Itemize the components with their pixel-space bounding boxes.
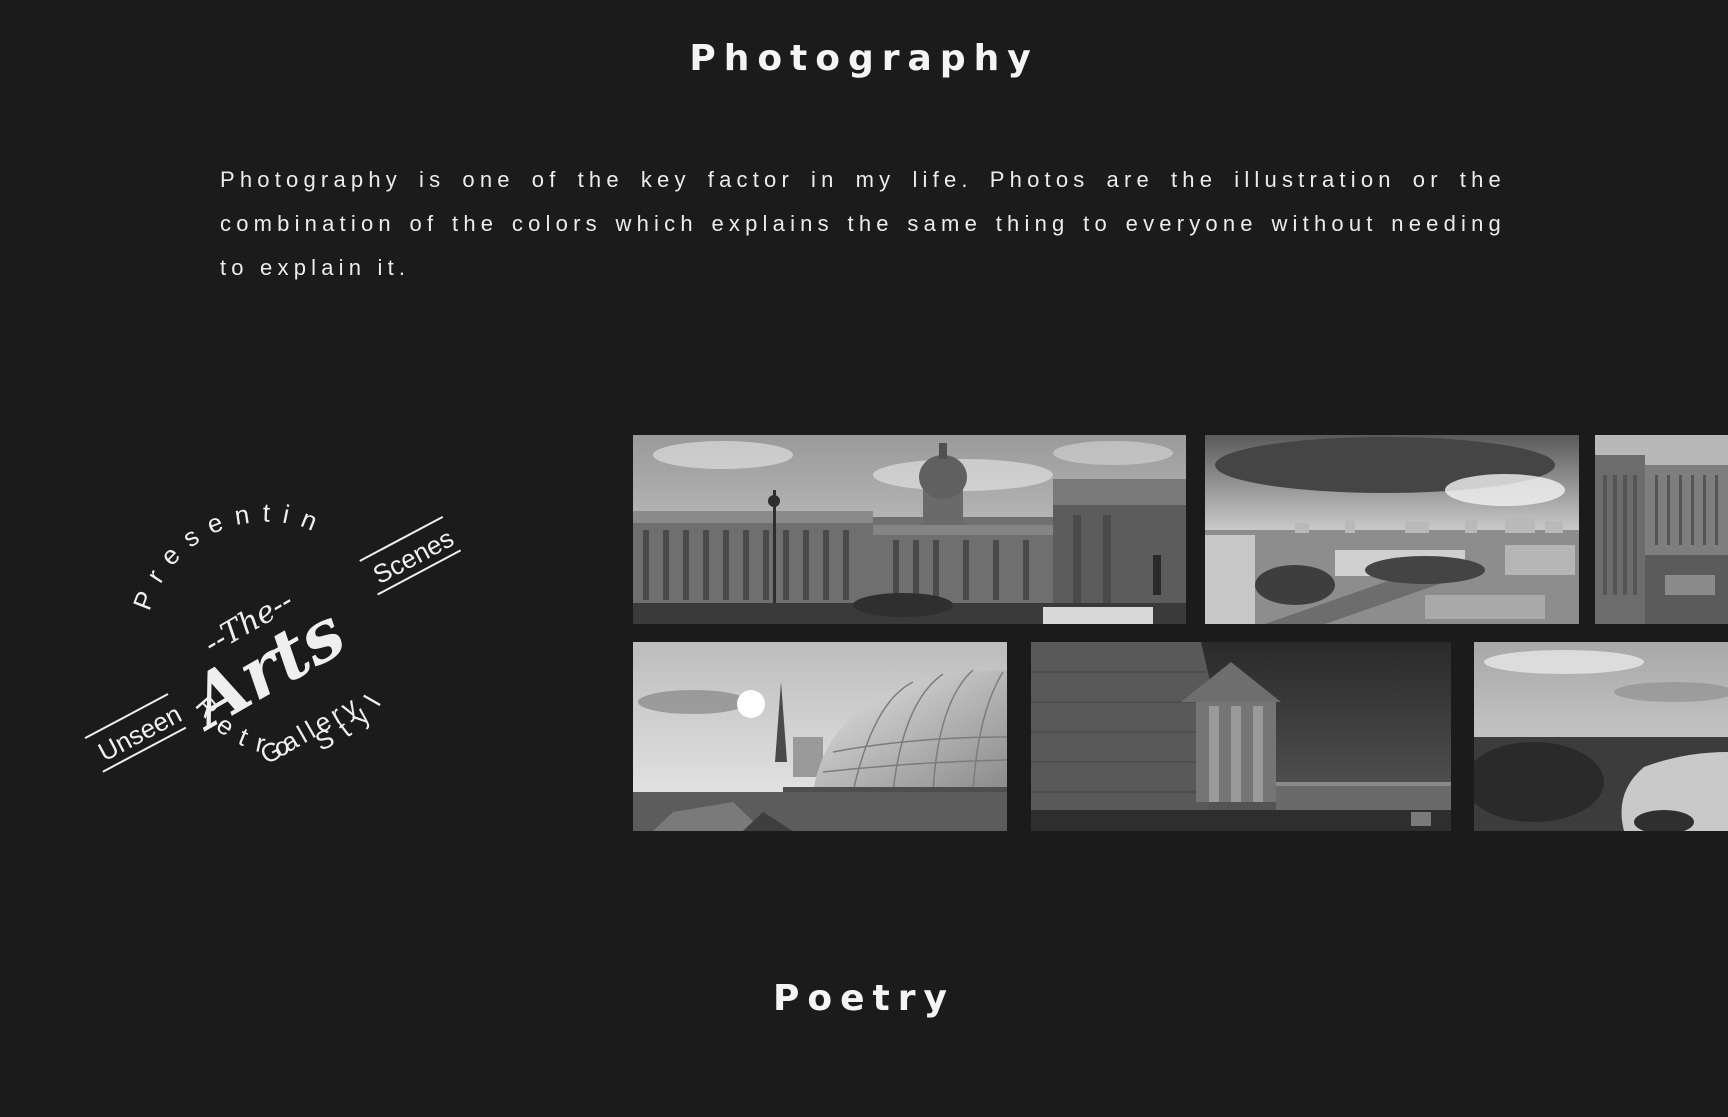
city-aerial-image	[1205, 435, 1579, 624]
emblem-scenes-banner: Scenes	[359, 515, 462, 596]
dome-tower-image	[633, 642, 1007, 831]
stone-fortress-photo[interactable]	[1031, 642, 1451, 831]
dome-tower-photo[interactable]	[633, 642, 1007, 831]
photography-intro-text: Photography is one of the key factor in …	[220, 167, 1506, 280]
city-aerial-photo[interactable]	[1205, 435, 1579, 624]
river-landscape-photo[interactable]	[1474, 642, 1728, 831]
emblem-presenting-text: Presenting	[80, 500, 333, 614]
colonnade-cathedral-photo[interactable]	[633, 435, 1186, 624]
colonnade-cathedral-image	[633, 435, 1186, 624]
apartment-courtyard-photo[interactable]	[1595, 435, 1728, 624]
stone-fortress-image	[1031, 642, 1451, 831]
emblem-graphic: Presenting Retro Style --The-- Arts Gall…	[80, 500, 462, 773]
arts-gallery-emblem: Presenting Retro Style --The-- Arts Gall…	[80, 500, 500, 830]
apartment-courtyard-image	[1595, 435, 1728, 624]
photography-heading: Photography	[689, 38, 1039, 79]
emblem-unseen-banner: Unseen	[84, 693, 186, 773]
poetry-heading: Poetry	[773, 978, 955, 1019]
page: Photography Photography is one of the ke…	[0, 0, 1728, 1117]
river-landscape-image	[1474, 642, 1728, 831]
photo-gallery[interactable]	[633, 435, 1728, 831]
